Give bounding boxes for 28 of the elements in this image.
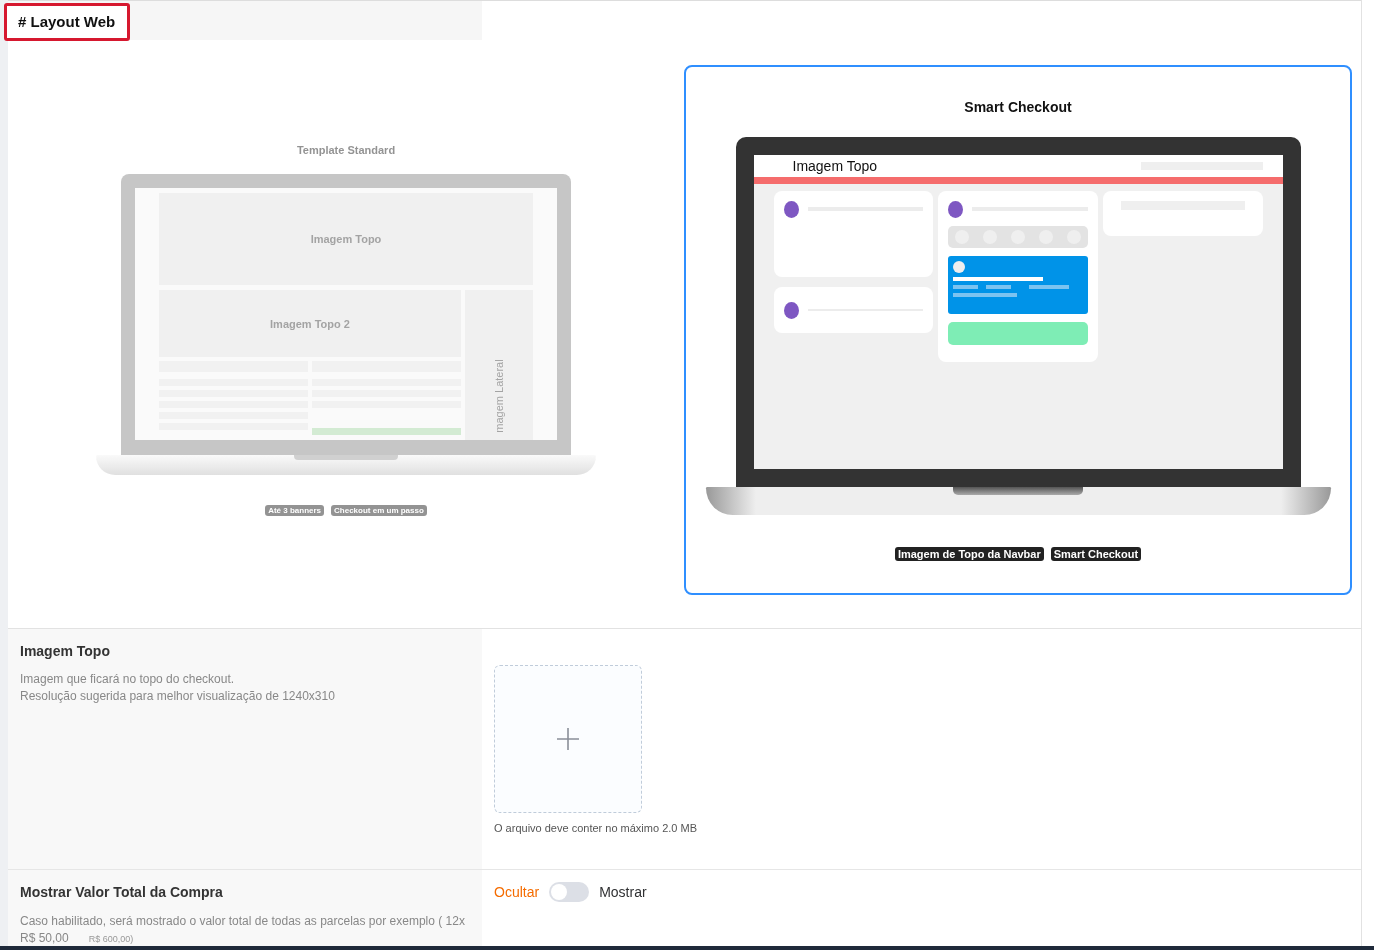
step-dot xyxy=(948,201,964,218)
step-dot xyxy=(783,301,799,319)
setting-note: R$ 600,00) xyxy=(88,934,134,944)
template-card[interactable]: Smart Checkout Imagem Topo Imagem de Topo da Navbar Smart Checkout xyxy=(684,65,1352,595)
feature-tag: Imagem de Topo da Navbar xyxy=(894,547,1044,561)
toggle-on-label: Mostrar xyxy=(599,884,647,900)
upload-hint: O arquivo deve conter no máximo 2.0 MB xyxy=(494,822,697,834)
setting-description: Imagem que ficará no topo do checkout. xyxy=(20,671,236,688)
feature-tag: Até 3 banners xyxy=(265,505,325,516)
step-dot xyxy=(783,201,799,218)
toggle-switch[interactable] xyxy=(549,882,590,902)
toggle-off-label: Ocultar xyxy=(494,884,540,900)
setting-title: Imagem Topo xyxy=(20,643,111,659)
setting-description: Caso habilitado, será mostrado o valor total de todas as parcelas por exemplo ( 12x xyxy=(20,913,466,930)
screen-label: Imagem Topo 2 xyxy=(270,317,350,330)
template-title: Template Standard xyxy=(296,144,396,156)
setting-description: Resolução sugerida para melhor visualização de 1240x310 xyxy=(20,688,336,705)
setting-title: Mostrar Valor Total da Compra xyxy=(20,884,224,900)
setting-description: R$ 50,00 xyxy=(20,930,69,947)
template-title: Smart Checkout xyxy=(964,99,1072,115)
section-tab[interactable]: # Layout Web xyxy=(4,3,131,41)
screen-label: magem Lateral xyxy=(493,359,505,433)
image-upload-field[interactable] xyxy=(494,665,642,813)
plus-icon xyxy=(556,727,580,751)
screen-label: Imagem Topo xyxy=(792,158,878,174)
screen-label: Imagem Topo xyxy=(310,233,382,245)
feature-tag: Smart Checkout xyxy=(1050,547,1142,561)
feature-tag: Checkout em um passo xyxy=(331,505,427,516)
